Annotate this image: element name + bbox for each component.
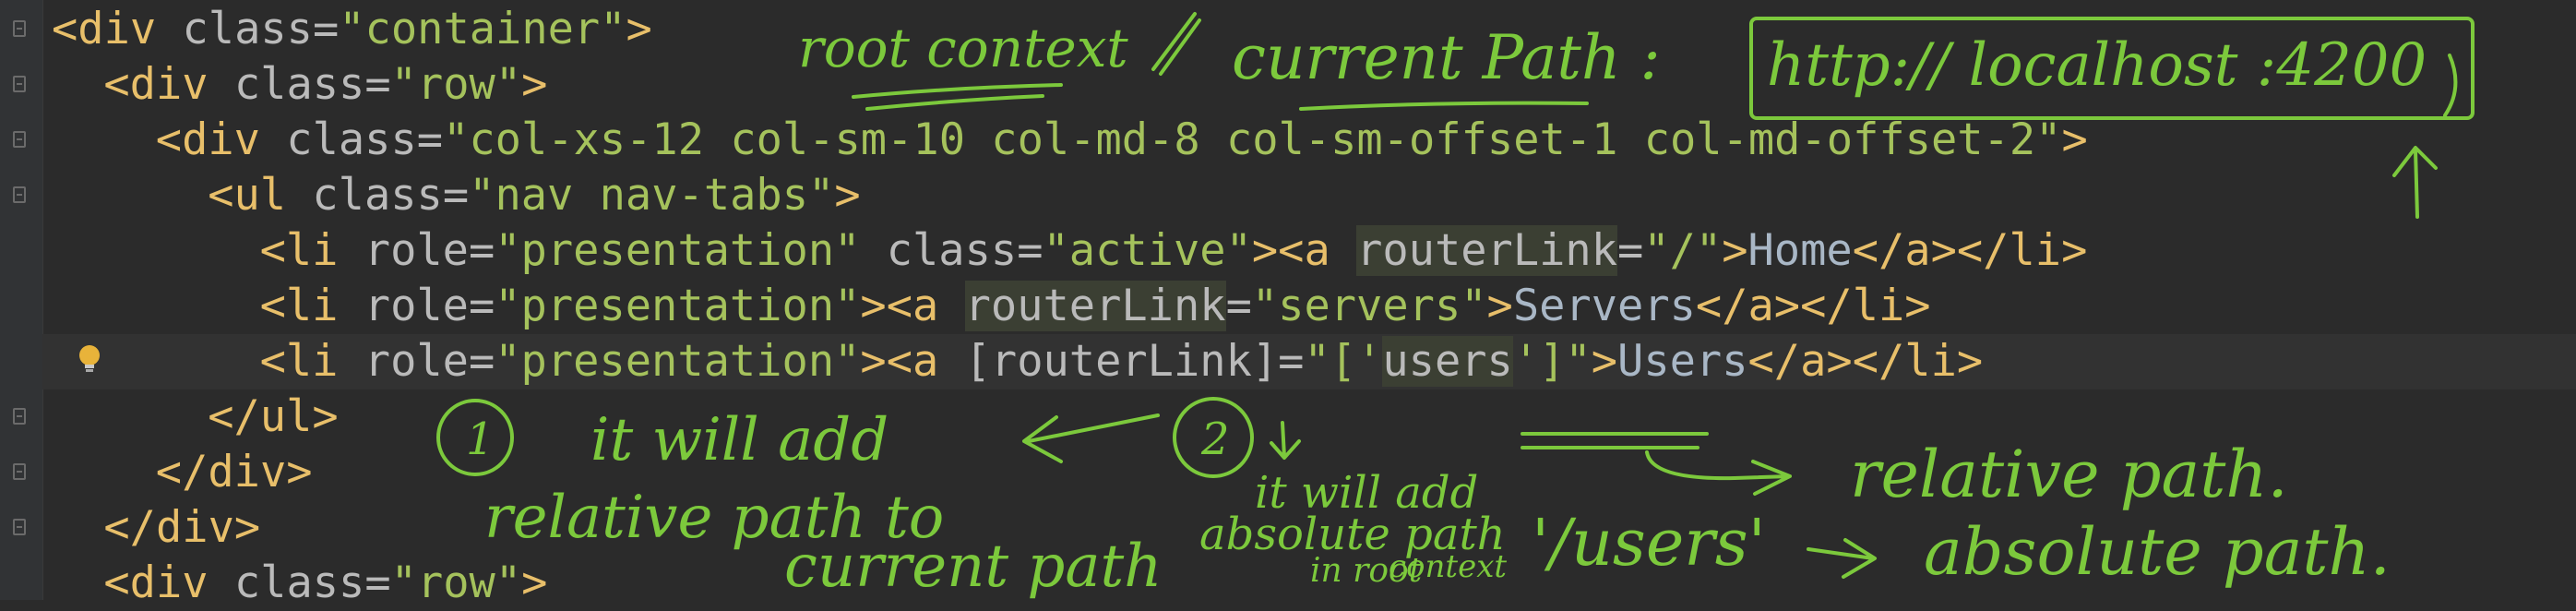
code-token: > xyxy=(1591,336,1618,387)
code-token: role= xyxy=(338,336,495,387)
code-token: > xyxy=(1486,281,1513,331)
code-token: "active" xyxy=(1043,225,1252,276)
code-token: [routerLink]= xyxy=(938,336,1305,387)
code-token: "presentation" xyxy=(495,281,861,331)
code-token: routerLink xyxy=(964,281,1226,331)
code-editor[interactable]: <div class="container"> <div class="row">… xyxy=(0,0,2576,608)
code-token: > xyxy=(1722,225,1748,276)
code-token: <li xyxy=(259,336,339,387)
code-token: "nav nav-tabs" xyxy=(469,170,835,221)
code-token: <li xyxy=(259,225,339,276)
code-token: > xyxy=(2061,114,2088,165)
code-token: > xyxy=(521,557,548,608)
code-token: "row" xyxy=(390,59,522,110)
code-token: "container" xyxy=(339,4,626,54)
code-token: Home xyxy=(1747,225,1853,276)
code-token: > xyxy=(834,170,861,221)
code-token: class= xyxy=(208,557,391,608)
code-token: </div> xyxy=(103,502,261,553)
code-token: <li xyxy=(259,281,339,331)
code-token: <div xyxy=(155,114,260,165)
code-token: <div xyxy=(103,557,209,608)
code-token: > xyxy=(626,4,652,54)
code-token: class= xyxy=(860,225,1044,276)
code-token: = xyxy=(1617,225,1644,276)
code-token: ><a xyxy=(860,336,939,387)
code-token: "presentation" xyxy=(495,336,861,387)
code-token: </div> xyxy=(155,447,313,497)
code-token: class= xyxy=(259,114,444,165)
code-token: class= xyxy=(208,59,391,110)
code-token: class= xyxy=(286,170,470,221)
code-token: </a></li> xyxy=(1695,281,1931,331)
code-token: role= xyxy=(338,225,495,276)
code-token: class= xyxy=(156,4,340,54)
lightbulb-icon[interactable] xyxy=(76,343,103,375)
code-token: "servers" xyxy=(1251,281,1487,331)
code-token: "presentation" xyxy=(495,225,861,276)
code-token: routerLink xyxy=(1356,225,1618,276)
code-token: <div xyxy=(52,4,157,54)
code-line[interactable]: <li role="presentation"><a [routerLink]=… xyxy=(42,334,2576,389)
code-token: </a></li> xyxy=(1747,336,1984,387)
code-token: Users xyxy=(1617,336,1748,387)
code-token: ><a xyxy=(860,281,939,331)
code-token: "[' xyxy=(1304,336,1383,387)
code-token: </a></li> xyxy=(1852,225,2088,276)
code-token: <ul xyxy=(208,170,287,221)
code-token: ']" xyxy=(1512,336,1592,387)
code-token: "row" xyxy=(390,557,522,608)
code-token: = xyxy=(1225,281,1252,331)
code-token: </ul> xyxy=(208,391,339,442)
code-token: role= xyxy=(338,281,495,331)
code-token: > xyxy=(521,59,548,110)
code-token: "col-xs-12 col-sm-10 col-md-8 col-sm-off… xyxy=(443,114,2062,165)
code-token: <div xyxy=(103,59,209,110)
code-token: ><a xyxy=(1251,225,1330,276)
code-token: Servers xyxy=(1512,281,1696,331)
code-token: users xyxy=(1382,336,1513,387)
code-token: "/" xyxy=(1643,225,1723,276)
